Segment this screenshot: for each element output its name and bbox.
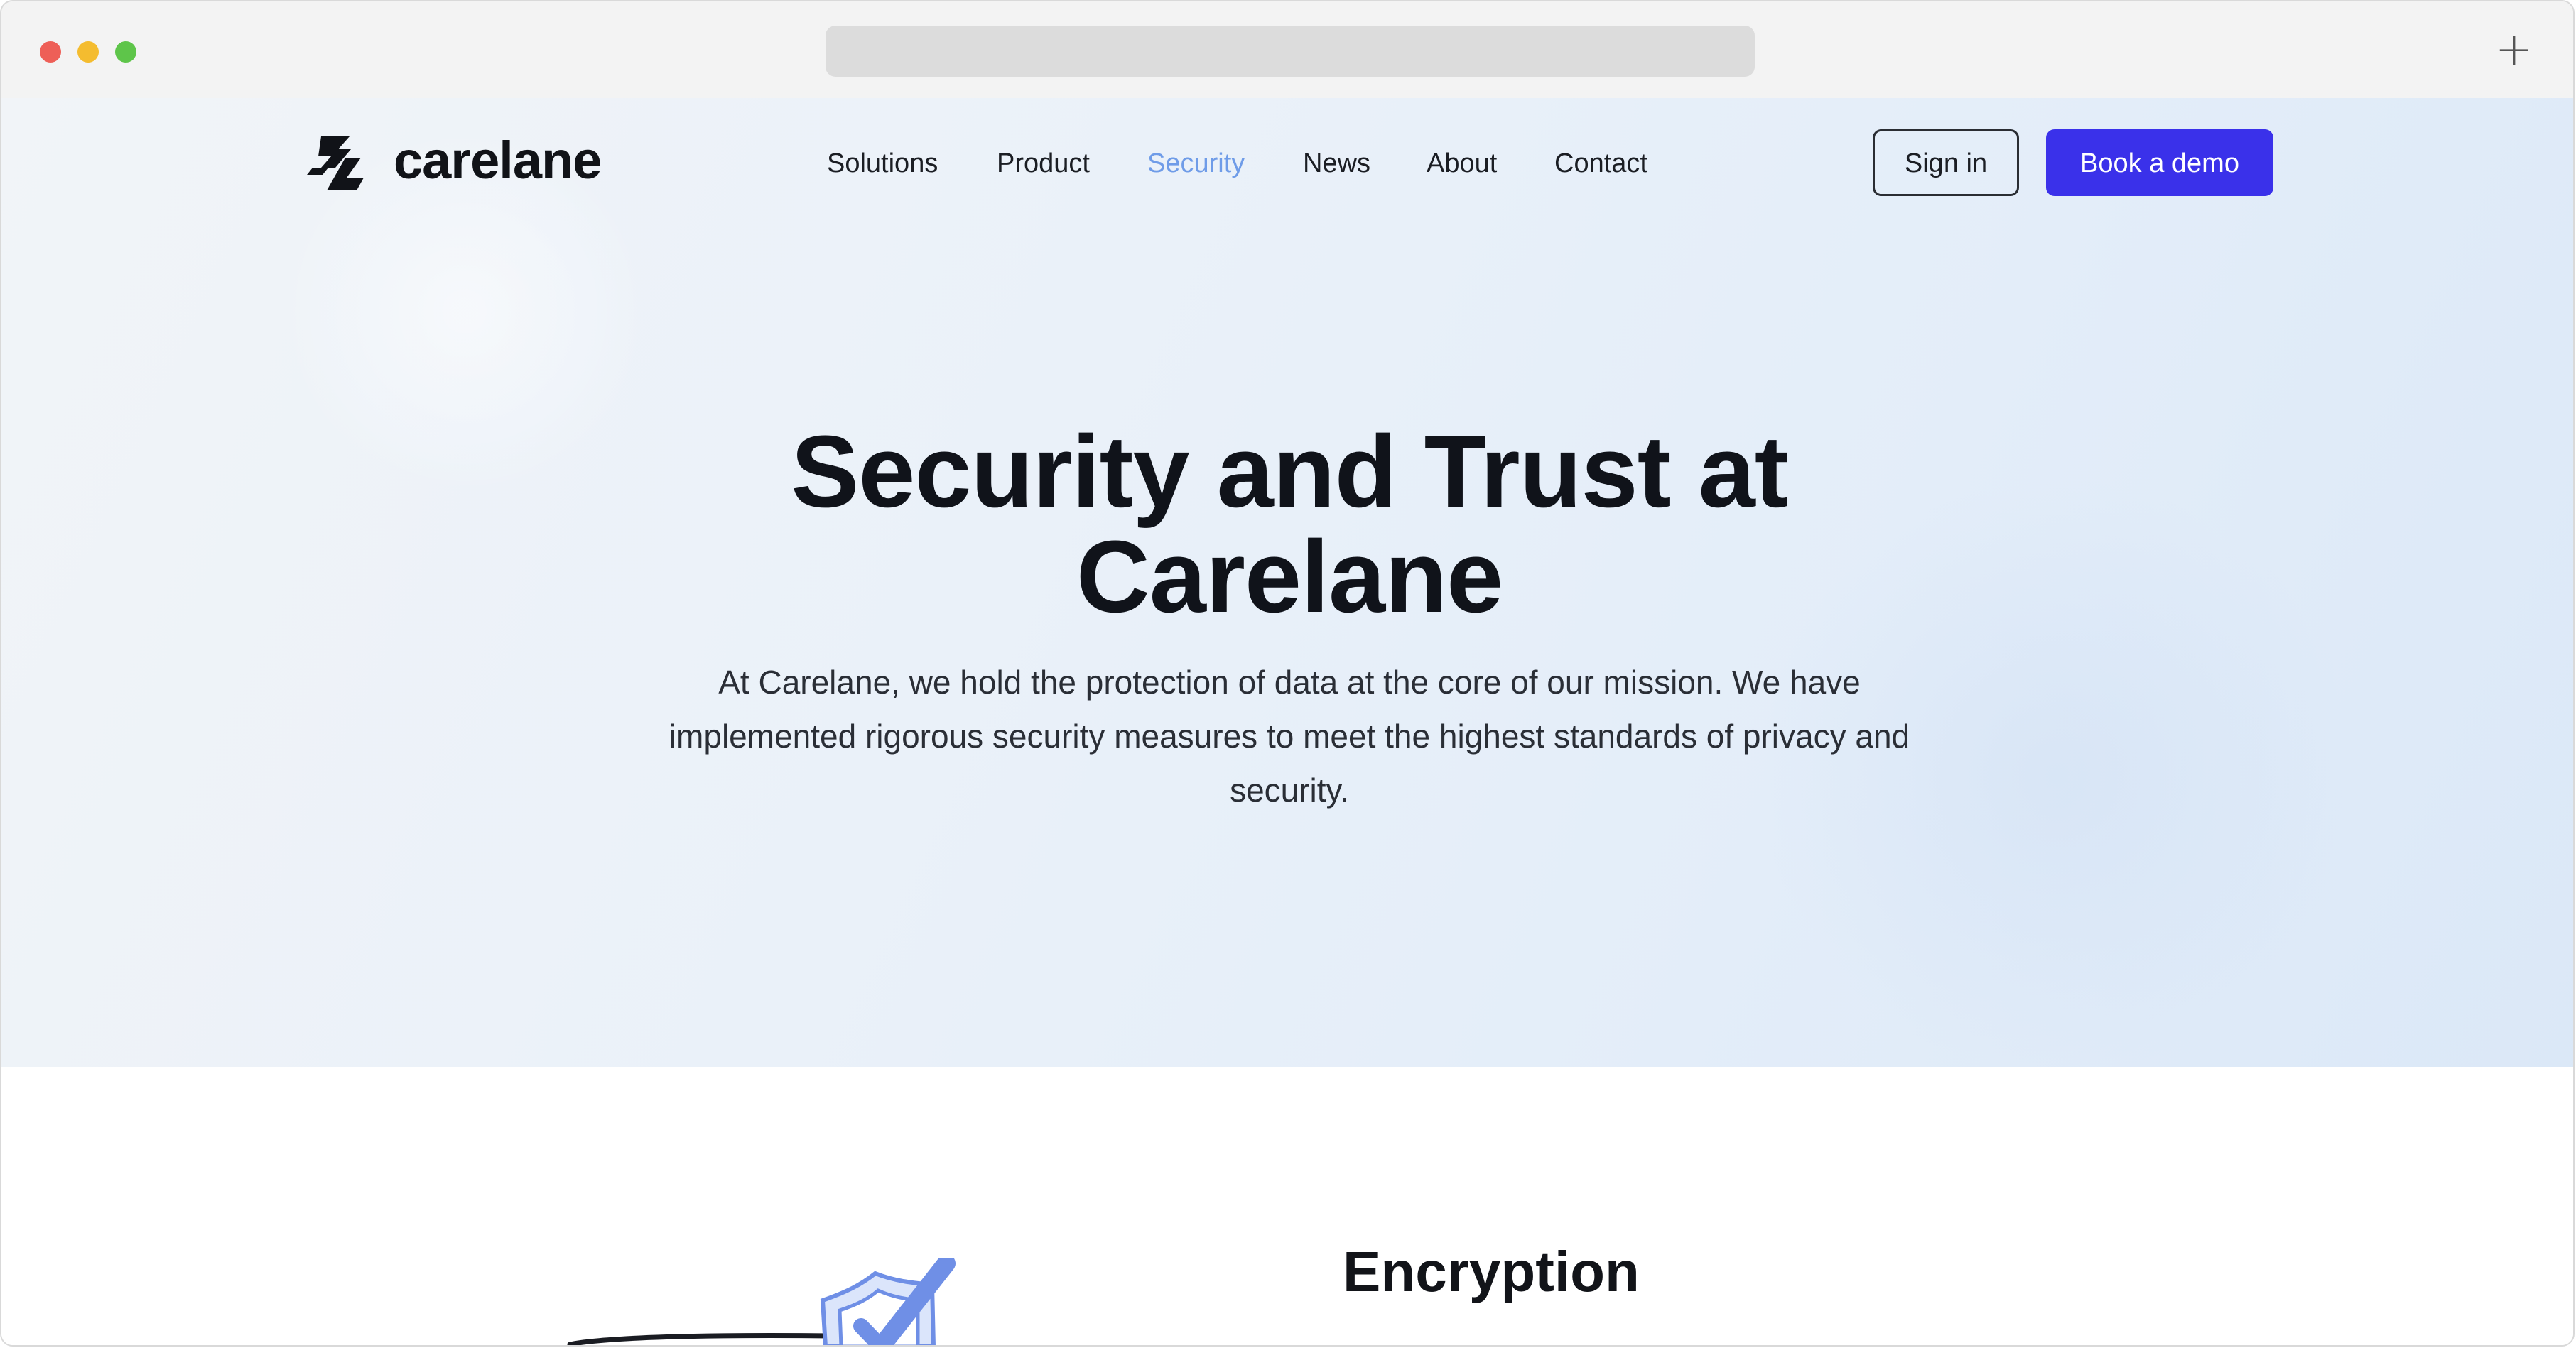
section-title-encryption: Encryption	[1343, 1240, 1640, 1303]
hero-subtitle: At Carelane, we hold the protection of d…	[579, 655, 2000, 817]
hero-subtitle-line-1: At Carelane, we hold the protection of d…	[718, 664, 1861, 701]
browser-titlebar: +	[1, 1, 2573, 99]
carelane-logo-icon[interactable]	[307, 136, 372, 190]
shield-check-icon	[567, 1258, 956, 1345]
hero-subtitle-line-2: implemented rigorous security measures t…	[669, 718, 1910, 755]
new-tab-button[interactable]: +	[2495, 27, 2533, 72]
nav-about[interactable]: About	[1427, 146, 1497, 180]
nav-security[interactable]: Security	[1147, 146, 1245, 180]
brand-name[interactable]: carelane	[394, 126, 602, 195]
nav-news[interactable]: News	[1303, 146, 1370, 180]
hero-subtitle-line-3: security.	[1230, 772, 1349, 809]
browser-window: + carelane Solutions Product Security Ne…	[0, 0, 2575, 1347]
sign-in-button[interactable]: Sign in	[1873, 129, 2019, 196]
hero-title-line-2: Carelane	[1076, 519, 1503, 634]
hero-title: Security and Trust at Carelane	[579, 419, 2000, 630]
address-bar[interactable]	[826, 26, 1755, 77]
window-close-button[interactable]	[40, 41, 61, 63]
window-maximize-button[interactable]	[115, 41, 136, 63]
book-demo-button[interactable]: Book a demo	[2046, 129, 2273, 196]
nav-solutions[interactable]: Solutions	[827, 146, 938, 180]
nav-product[interactable]: Product	[997, 146, 1090, 180]
window-minimize-button[interactable]	[77, 41, 99, 63]
encryption-section: Encryption	[1, 1067, 2573, 1345]
hero-title-line-1: Security and Trust at	[791, 414, 1788, 529]
nav-contact[interactable]: Contact	[1554, 146, 1647, 180]
